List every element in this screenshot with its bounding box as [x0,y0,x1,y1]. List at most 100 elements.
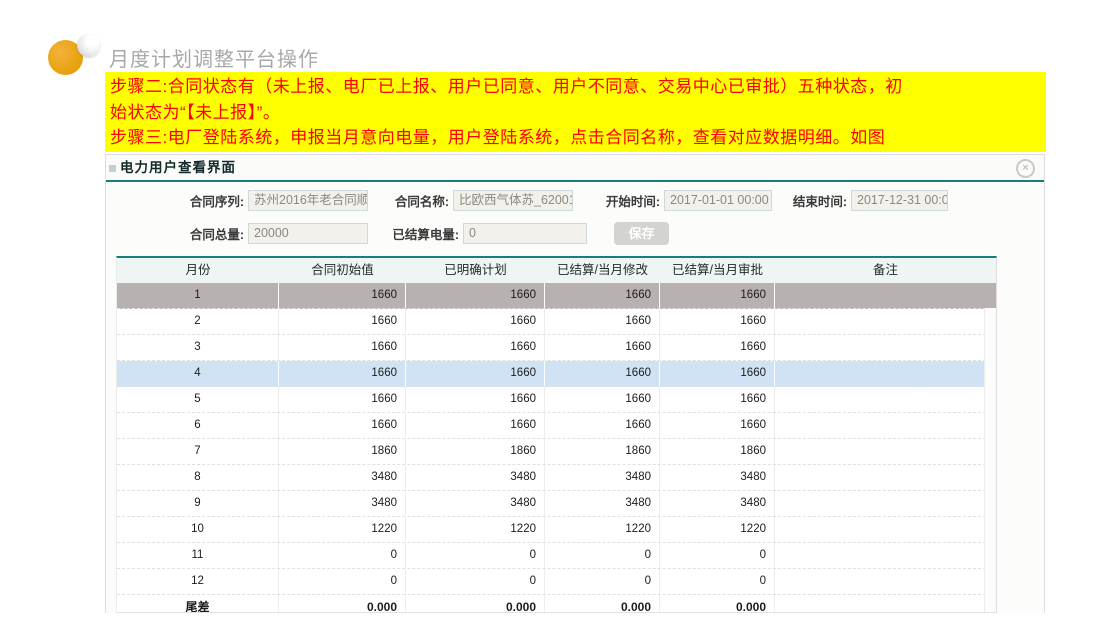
cell-confirmed-plan: 3480 [406,465,545,490]
cell-settled-modify: 0 [545,569,660,594]
table-row[interactable]: 11 0 0 0 0 [117,543,996,569]
cell-settled-modify: 0 [545,543,660,568]
cell-month: 3 [117,335,279,360]
cell-settled-approve: 1660 [660,413,775,438]
contract-total-input[interactable]: 20000 [248,223,368,244]
cell-settled-modify: 1660 [545,309,660,334]
cell-settled-modify: 1660 [545,335,660,360]
table-row[interactable]: 1 1660 1660 1660 1660 [117,283,996,309]
cell-month: 7 [117,439,279,464]
field-contract-name: 合同名称: 比欧西气体苏_62001 [341,190,573,211]
table-row[interactable]: 3 1660 1660 1660 1660 [117,335,996,361]
cell-settled-modify: 3480 [545,465,660,490]
cell-month: 9 [117,491,279,516]
cell-settled-modify: 0.000 [545,595,660,612]
cell-confirmed-plan: 1660 [406,387,545,412]
monthly-plan-table: 月份 合同初始值 已明确计划 已结算/当月修改 已结算/当月审批 备注 1 16… [116,256,997,613]
note-line-1: 步骤二:合同状态有（未上报、电厂已上报、用户已同意、用户不同意、交易中心已审批）… [110,74,1041,100]
cell-settled-approve: 1660 [660,387,775,412]
cell-initial-value: 1660 [279,283,406,308]
field-contract-total: 合同总量: 20000 [136,223,368,244]
cell-settled-modify: 1220 [545,517,660,542]
cell-confirmed-plan: 3480 [406,491,545,516]
cell-note [775,517,984,542]
cell-month: 6 [117,413,279,438]
cell-settled-approve: 1660 [660,309,775,334]
cell-confirmed-plan: 0.000 [406,595,545,612]
table-row[interactable]: 8 3480 3480 3480 3480 [117,465,996,491]
start-time-label: 开始时间: [552,191,660,210]
cell-settled-modify: 3480 [545,491,660,516]
cell-settled-modify: 1660 [545,413,660,438]
cell-initial-value: 1660 [279,335,406,360]
cell-month: 4 [117,361,279,386]
cell-month: 11 [117,543,279,568]
cell-note [775,335,984,360]
header-month: 月份 [117,258,279,283]
cell-initial-value: 3480 [279,491,406,516]
cell-settled-approve: 3480 [660,465,775,490]
cell-settled-approve: 0 [660,569,775,594]
save-button[interactable]: 保存 [614,222,669,245]
cell-initial-value: 1660 [279,361,406,386]
cell-month: 10 [117,517,279,542]
cell-initial-value: 3480 [279,465,406,490]
cell-initial-value: 0 [279,569,406,594]
cell-confirmed-plan: 1660 [406,283,545,308]
end-time-label: 结束时间: [739,191,847,210]
table-row[interactable]: 10 1220 1220 1220 1220 [117,517,996,543]
cell-settled-approve: 1660 [660,335,775,360]
cell-initial-value: 1220 [279,517,406,542]
cell-confirmed-plan: 0 [406,569,545,594]
end-time-input[interactable]: 2017-12-31 00:00 [851,190,948,211]
cell-confirmed-plan: 1660 [406,413,545,438]
field-contract-seq: 合同序列: 苏州2016年老合同顺 [136,190,368,211]
field-end-time: 结束时间: 2017-12-31 00:00 [739,190,948,211]
table-row[interactable]: 12 0 0 0 0 [117,569,996,595]
cell-month: 尾差 [117,595,279,612]
contract-name-label: 合同名称: [341,191,449,210]
cell-confirmed-plan: 1660 [406,309,545,334]
settled-energy-input[interactable]: 0 [463,223,587,244]
cell-note [775,465,984,490]
table-row[interactable]: 5 1660 1660 1660 1660 [117,387,996,413]
table-row[interactable]: 尾差 0.000 0.000 0.000 0.000 [117,595,996,612]
settled-energy-label: 已结算电量: [351,224,459,243]
header-initial-value: 合同初始值 [279,258,406,283]
note-line-2: 始状态为“【未上报】”。 [110,100,1041,126]
cell-note [775,439,984,464]
panel-header: 电力用户查看界面 × [106,155,1044,182]
cell-note [775,387,984,412]
power-user-view-panel: 电力用户查看界面 × 合同序列: 苏州2016年老合同顺 合同名称: 比欧西气体… [105,154,1045,613]
cell-settled-modify: 1860 [545,439,660,464]
slide: { "slide": { "title": "月度计划调整平台操作", "not… [0,0,1114,631]
header-note: 备注 [775,258,996,283]
table-row[interactable]: 4 1660 1660 1660 1660 [117,361,996,387]
table-scrollbar[interactable] [984,308,996,612]
cell-settled-approve: 1660 [660,283,775,308]
cell-note [775,491,984,516]
close-icon[interactable]: × [1016,159,1035,178]
cell-initial-value: 0 [279,543,406,568]
contract-total-label: 合同总量: [136,224,244,243]
header-settled-modify: 已结算/当月修改 [545,258,660,283]
cell-note [775,283,984,308]
table-row[interactable]: 6 1660 1660 1660 1660 [117,413,996,439]
cell-month: 1 [117,283,279,308]
cell-settled-approve: 0.000 [660,595,775,612]
table-row[interactable]: 9 3480 3480 3480 3480 [117,491,996,517]
table-row[interactable]: 2 1660 1660 1660 1660 [117,309,996,335]
cell-settled-modify: 1660 [545,283,660,308]
gray-circle-decoration [77,34,100,57]
note-block: 步骤二:合同状态有（未上报、电厂已上报、用户已同意、用户不同意、交易中心已审批）… [105,72,1046,152]
cell-confirmed-plan: 1660 [406,361,545,386]
cell-note [775,543,984,568]
field-settled-energy: 已结算电量: 0 [351,223,587,244]
table-body: 1 1660 1660 1660 1660 2 1660 1660 1660 1… [117,283,996,612]
cell-note [775,361,984,386]
cell-settled-approve: 1860 [660,439,775,464]
slide-title: 月度计划调整平台操作 [109,43,319,72]
cell-month: 12 [117,569,279,594]
table-row[interactable]: 7 1860 1860 1860 1860 [117,439,996,465]
cell-settled-approve: 0 [660,543,775,568]
